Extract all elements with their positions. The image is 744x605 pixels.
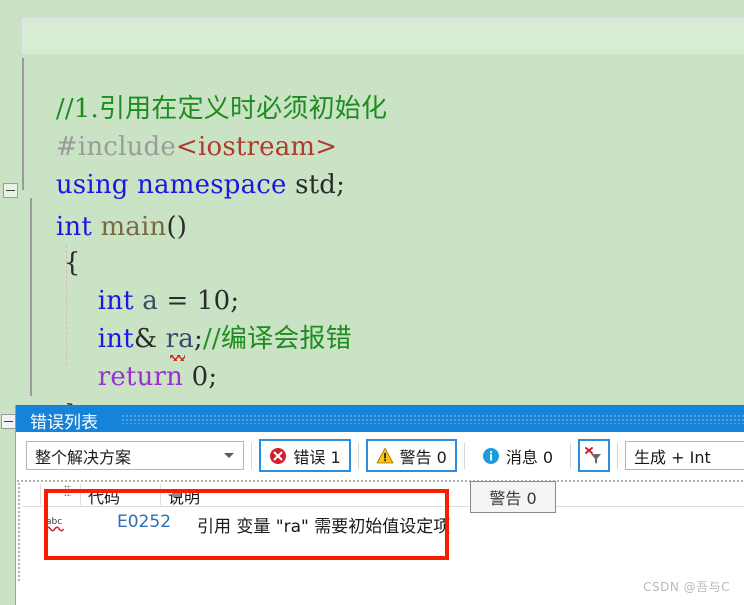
errors-toggle-button[interactable]: 错误 1	[259, 439, 351, 472]
build-source-combobox[interactable]: 生成 + Int	[625, 441, 744, 470]
editor-navigation-bar[interactable]	[22, 18, 744, 54]
warning-triangle-icon	[376, 447, 393, 463]
error-panel-title: 错误列表	[30, 413, 98, 433]
toolbar-separator	[570, 442, 572, 469]
scope-filter-combobox[interactable]: 整个解决方案	[26, 441, 245, 470]
error-panel-toolbar: 整个解决方案 错误 1 警告 0 消息 0 生成 + Int	[16, 432, 744, 479]
grid-left-dots	[17, 482, 20, 582]
messages-toggle-label: 消息 0	[505, 447, 554, 467]
toolbar-separator	[251, 442, 253, 469]
watermark: CSDN @吾与C	[643, 580, 730, 594]
column-header-code[interactable]: 代码	[88, 484, 120, 508]
error-list-grid: 代码 说明 abc E0252 引用 变量 "ra" 需要初始值设定项	[22, 482, 744, 602]
column-divider	[40, 484, 41, 505]
error-panel-titlebar[interactable]: 错误列表	[16, 405, 744, 433]
warnings-tooltip: 警告 0	[470, 481, 556, 513]
toolbar-separator	[617, 442, 619, 469]
intellisense-abc-icon: abc	[45, 517, 65, 532]
clear-filter-button[interactable]	[578, 439, 611, 472]
error-circle-icon	[270, 447, 287, 464]
clear-filter-icon	[585, 446, 602, 464]
build-source-value: 生成 + Int	[634, 447, 711, 467]
code-fold-toggle-main[interactable]	[3, 183, 18, 198]
code-token: //编译会报错	[202, 324, 352, 354]
titlebar-grip-dots	[121, 414, 744, 424]
table-row[interactable]: abc E0252 引用 变量 "ra" 需要初始值设定项	[22, 508, 744, 540]
warnings-toggle-label: 警告 0	[399, 447, 447, 467]
warnings-toggle-button[interactable]: 警告 0	[365, 439, 457, 472]
column-divider	[80, 484, 81, 505]
grid-header-row: 代码 说明	[22, 482, 744, 507]
code-token: std;	[286, 170, 346, 200]
errors-toggle-label: 错误 1	[293, 447, 341, 467]
column-gripper-icon	[64, 485, 71, 496]
column-divider	[160, 484, 161, 505]
error-list-panel: 错误列表 整个解决方案 错误 1 警告 0 消息 0 生成 + Int 代码 说…	[15, 405, 744, 605]
code-token: main	[100, 212, 167, 242]
sort-indicator-icon	[172, 493, 181, 497]
scope-filter-value: 整个解决方案	[35, 447, 132, 467]
code-line-close-brace: }	[30, 364, 81, 405]
toolbar-separator	[463, 442, 465, 469]
code-token: ()	[166, 212, 188, 242]
code-token: return	[63, 362, 184, 392]
svg-text:abc: abc	[46, 517, 62, 527]
info-circle-icon	[482, 447, 499, 464]
error-panel-fold-toggle[interactable]	[1, 414, 16, 429]
code-editor[interactable]: //1.引用在定义时必须初始化 #include<iostream> using…	[0, 0, 744, 405]
messages-toggle-button[interactable]: 消息 0	[471, 439, 564, 472]
toolbar-separator	[357, 442, 359, 469]
chevron-down-icon	[224, 453, 235, 458]
row-description-cell: 引用 变量 "ra" 需要初始值设定项	[197, 517, 451, 537]
row-code-cell: E0252	[117, 512, 172, 532]
code-token: 0;	[183, 362, 218, 392]
